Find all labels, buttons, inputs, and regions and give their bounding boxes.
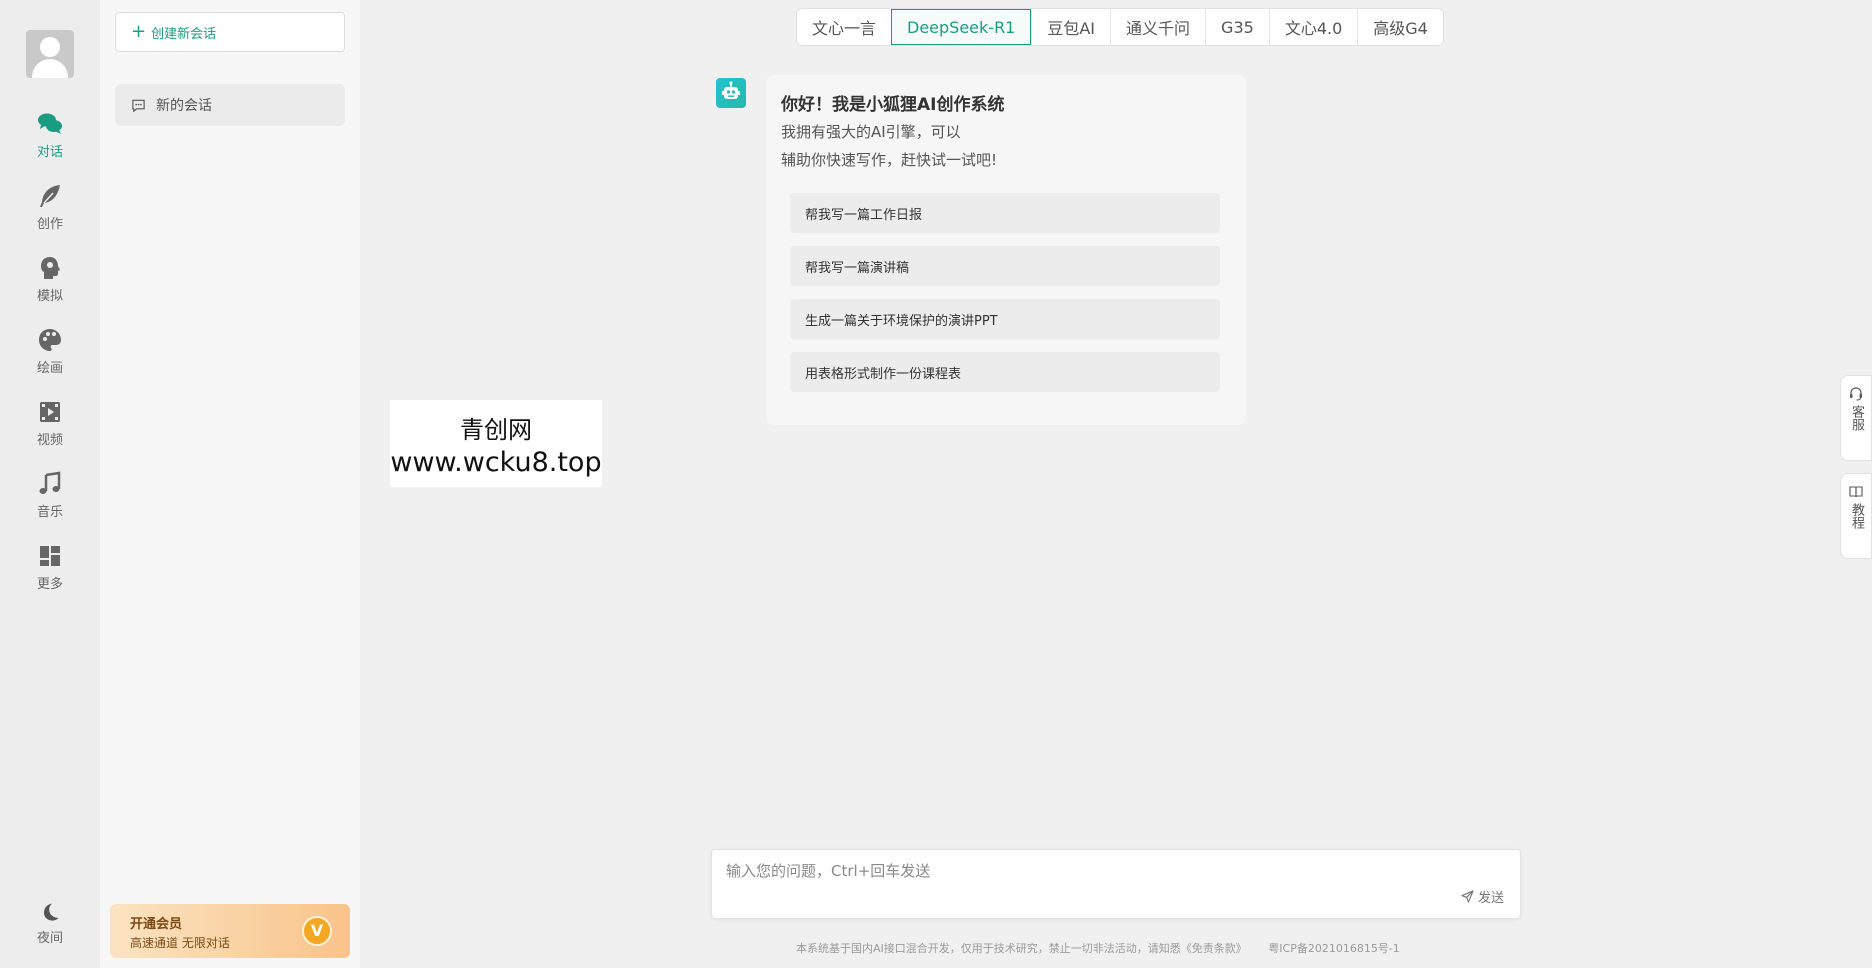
chat-input[interactable] [726, 860, 1486, 888]
tab-doubao[interactable]: 豆包AI [1031, 9, 1110, 45]
book-icon [1849, 486, 1863, 498]
new-chat-button[interactable]: + 创建新会话 [115, 12, 345, 52]
nav-item-label: 绘画 [36, 361, 63, 376]
plus-icon: + [131, 21, 147, 42]
nav-rail: 对话 创作 模拟 绘画 视频 音乐 更多 夜间 [0, 0, 100, 968]
video-icon [40, 402, 60, 422]
night-mode-toggle[interactable]: 夜间 [20, 900, 80, 960]
nav-item-label: 音乐 [36, 505, 63, 520]
tab-wenxin[interactable]: 文心一言 [797, 9, 891, 45]
welcome-desc-line1: 我拥有强大的AI引擎，可以 [781, 123, 961, 141]
vip-badge-icon: V [302, 916, 332, 946]
nav-item-more[interactable]: 更多 [20, 542, 80, 602]
tab-g35[interactable]: G35 [1205, 9, 1269, 45]
suggestion-item[interactable]: 帮我写一篇工作日报 [790, 193, 1220, 233]
moon-icon [44, 903, 59, 921]
send-button[interactable]: 发送 [1461, 887, 1504, 906]
nav-item-write[interactable]: 创作 [20, 182, 80, 242]
robot-icon [722, 81, 740, 99]
feather-icon [40, 185, 60, 207]
watermark-line1: 青创网 [460, 416, 532, 444]
welcome-desc-line2: 辅助你快速写作，赶快试一试吧! [781, 151, 998, 169]
customer-service-button[interactable]: 客服 [1840, 375, 1872, 461]
footer: 本系统基于国内AI接口混合开发，仅用于技术研究，禁止一切非法活动，请知悉《免责条… [796, 940, 1418, 956]
headset-icon [1850, 387, 1862, 401]
model-tabs: 文心一言 DeepSeek-R1 豆包AI 通义千问 G35 文心4.0 高级G… [796, 8, 1444, 46]
send-icon [1461, 890, 1474, 903]
welcome-card: 你好！我是小狐狸AI创作系统 我拥有强大的AI引擎，可以 辅助你快速写作，赶快试… [766, 75, 1246, 425]
conversation-title: 新的会话 [156, 98, 212, 114]
nav-item-video[interactable]: 视频 [20, 398, 80, 458]
new-chat-label: 创建新会话 [151, 26, 217, 42]
message-icon [132, 99, 145, 112]
suggestion-item[interactable]: 用表格形式制作一份课程表 [790, 352, 1220, 392]
tab-tongyi[interactable]: 通义千问 [1110, 9, 1205, 45]
dashboard-icon [40, 546, 60, 566]
head-icon [41, 257, 60, 279]
nav-item-label: 模拟 [36, 289, 63, 304]
nav-item-chat[interactable]: 对话 [20, 110, 80, 170]
vip-banner[interactable]: 开通会员 高速通道 无限对话 V [110, 904, 350, 958]
watermark-line2: www.wcku8.top [390, 447, 602, 478]
palette-icon [39, 329, 61, 351]
tab-wenxin-4[interactable]: 文心4.0 [1268, 9, 1357, 45]
nav-item-music[interactable]: 音乐 [20, 470, 80, 530]
service-label: 客服 [1849, 405, 1864, 431]
watermark: 青创网 www.wcku8.top [390, 400, 602, 487]
tutorial-label: 教程 [1849, 503, 1864, 529]
welcome-title: 你好！我是小狐狸AI创作系统 [781, 95, 1005, 115]
nav-item-label: 更多 [36, 577, 63, 592]
tab-deepseek-r1[interactable]: DeepSeek-R1 [891, 9, 1032, 45]
send-label: 发送 [1477, 891, 1504, 906]
nav-item-draw[interactable]: 绘画 [20, 326, 80, 386]
night-mode-label: 夜间 [36, 931, 63, 946]
nav-item-label: 创作 [36, 217, 63, 232]
suggestion-item[interactable]: 帮我写一篇演讲稿 [790, 246, 1220, 286]
nav-item-simulate[interactable]: 模拟 [20, 254, 80, 314]
conversation-panel: + 创建新会话 新的会话 开通会员 高速通道 无限对话 V [100, 0, 360, 968]
disclaimer-text[interactable]: 本系统基于国内AI接口混合开发，仅用于技术研究，禁止一切非法活动，请知悉《免责条… [796, 942, 1247, 955]
user-avatar[interactable] [26, 30, 74, 78]
tutorial-button[interactable]: 教程 [1840, 473, 1872, 559]
nav-item-label: 对话 [36, 145, 63, 160]
chat-icon [38, 113, 62, 134]
bot-avatar [716, 78, 746, 108]
nav-item-label: 视频 [36, 433, 63, 448]
icp-text[interactable]: 粤ICP备2021016815号-1 [1268, 942, 1400, 955]
app-root: 对话 创作 模拟 绘画 视频 音乐 更多 夜间 + 创建新会话 新的会话 开通会… [0, 0, 1872, 968]
suggestion-item[interactable]: 生成一篇关于环境保护的演讲PPT [790, 299, 1220, 339]
conversation-item[interactable]: 新的会话 [115, 84, 345, 126]
chat-input-box: 发送 [711, 849, 1521, 919]
tab-advanced-g4[interactable]: 高级G4 [1357, 9, 1443, 45]
music-icon [39, 471, 61, 494]
